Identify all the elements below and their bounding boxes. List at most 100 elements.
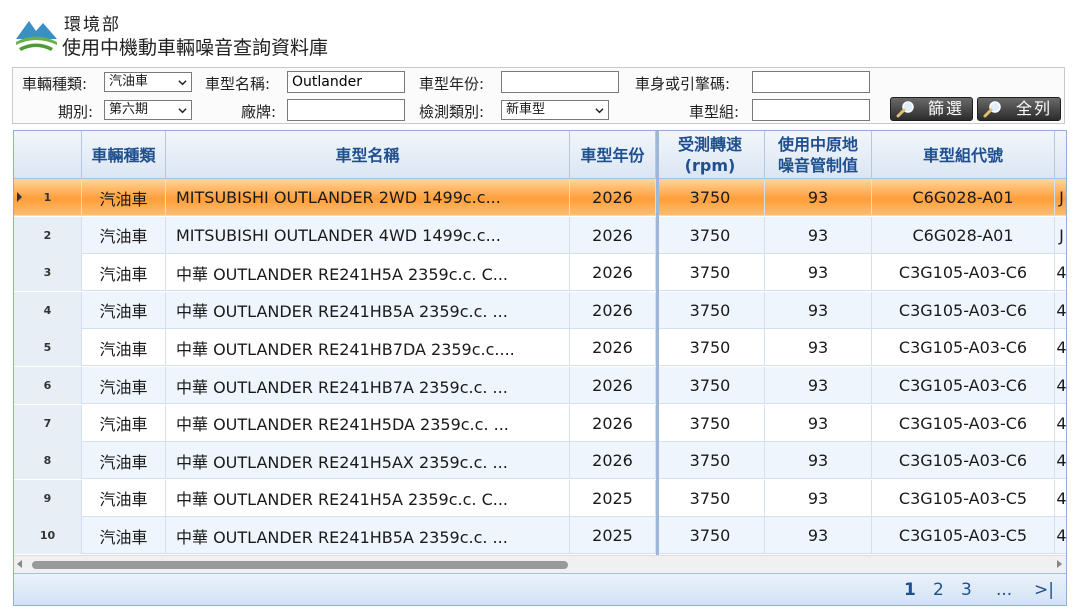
cell-extra: 4 [1055, 292, 1066, 329]
table-row[interactable]: 6 汽油車 中華 OUTLANDER RE241HB7A 2359c.c. ... 2… [14, 367, 1066, 404]
cell-name: MITSUBISHI OUTLANDER 4WD 1499c.c... [166, 216, 570, 254]
table-row[interactable]: 7 汽油車 中華 OUTLANDER RE241H5DA 2359c.c. ... 2… [14, 404, 1066, 442]
cell-name: 中華 OUTLANDER RE241HB5A 2359c.c. ... [166, 291, 570, 329]
cell-idx: 10 [14, 517, 82, 555]
frozen-column-divider [656, 131, 659, 555]
brand-input[interactable] [287, 99, 405, 121]
cell-extra: J [1055, 217, 1066, 254]
list-all-button[interactable]: 全列 [977, 97, 1061, 121]
cell-type: 汽油車 [82, 254, 166, 292]
engine-code-input[interactable] [752, 71, 870, 93]
grid-header: 車輛種類 車型名稱 車型年份 受測轉速 (rpm) 使用中原地 噪音管制值 車型組代號 [14, 131, 1066, 179]
cell-type: 汽油車 [82, 216, 166, 254]
table-row[interactable]: 3 汽油車 中華 OUTLANDER RE241H5A 2359c.c. C... 2… [14, 254, 1066, 292]
table-row[interactable]: 10 汽油車 中華 OUTLANDER RE241HB5A 2359c.c. ...… [14, 517, 1066, 555]
model-year-input[interactable] [501, 71, 619, 93]
page-link-3[interactable]: 3 [961, 580, 972, 600]
cell-extra: 4 [1055, 405, 1066, 442]
magnifier-icon [983, 101, 1001, 118]
chevron-down-icon [178, 108, 187, 114]
column-header[interactable]: 車型名稱 [166, 131, 570, 179]
filter-panel: 車輛種類: 汽油車 車型名稱: Outlander 車型年份: 車身或引擎碼: … [12, 67, 1065, 124]
scroll-left-icon[interactable] [17, 560, 22, 568]
cell-group: C3G105-A03-C6 [872, 329, 1055, 367]
cell-type: 汽油車 [82, 517, 166, 555]
cell-idx: 4 [14, 291, 82, 329]
results-grid: 車輛種類 車型名稱 車型年份 受測轉速 (rpm) 使用中原地 噪音管制值 車型組代號 1… [13, 130, 1067, 606]
app-title: 使用中機動車輛噪音查詢資料庫 [62, 37, 329, 59]
cell-rpm: 3750 [656, 329, 765, 367]
column-header[interactable]: 車輛種類 [82, 131, 166, 179]
page-link-1[interactable]: 1 [904, 580, 916, 600]
cell-limit: 93 [765, 404, 872, 442]
cell-idx: 2 [14, 216, 82, 254]
filter-button[interactable]: 篩選 [890, 97, 973, 121]
brand-label: 廠牌: [241, 103, 277, 121]
scrollbar-thumb[interactable] [32, 561, 568, 569]
cell-type: 汽油車 [82, 329, 166, 367]
page-link-2[interactable]: 2 [933, 580, 944, 600]
cell-limit: 93 [765, 442, 872, 480]
vehicle-type-label: 車輛種類: [22, 75, 88, 93]
cell-name: 中華 OUTLANDER RE241HB5A 2359c.c. ... [166, 517, 570, 555]
org-name: 環境部 [64, 15, 121, 35]
table-row[interactable]: 2 汽油車 MITSUBISHI OUTLANDER 4WD 1499c.c... 2… [14, 216, 1066, 254]
cell-extra: 4 [1055, 480, 1066, 517]
cell-name: 中華 OUTLANDER RE241H5AX 2359c.c. ... [166, 442, 570, 480]
cell-idx: 3 [14, 254, 82, 292]
cell-type: 汽油車 [82, 442, 166, 480]
test-type-label: 檢測類別: [419, 103, 485, 121]
cell-name: 中華 OUTLANDER RE241H5DA 2359c.c. ... [166, 404, 570, 442]
cell-year: 2026 [570, 179, 656, 216]
column-header[interactable] [1055, 131, 1066, 179]
cell-idx: 9 [14, 479, 82, 517]
header-index-corner [14, 131, 82, 179]
model-group-input[interactable] [752, 99, 870, 121]
cell-rpm: 3750 [656, 216, 765, 254]
cell-idx: 6 [14, 367, 82, 404]
vehicle-type-select[interactable]: 汽油車 [104, 72, 192, 92]
cell-idx: 8 [14, 442, 82, 480]
column-header[interactable]: 車型組代號 [872, 131, 1055, 179]
cell-name: 中華 OUTLANDER RE241HB7A 2359c.c. ... [166, 367, 570, 404]
model-name-label: 車型名稱: [205, 75, 271, 93]
cell-year: 2026 [570, 367, 656, 404]
cell-idx: 7 [14, 404, 82, 442]
cell-year: 2026 [570, 216, 656, 254]
pager: 1 2 3 ... >| [14, 573, 1066, 605]
cell-group: C3G105-A03-C6 [872, 291, 1055, 329]
cell-type: 汽油車 [82, 367, 166, 404]
table-row[interactable]: 1 汽油車 MITSUBISHI OUTLANDER 2WD 1499c.c... 2… [14, 179, 1066, 216]
period-select[interactable]: 第六期 [104, 100, 192, 120]
table-row[interactable]: 5 汽油車 中華 OUTLANDER RE241HB7DA 2359c.c.... 2… [14, 329, 1066, 367]
model-name-input[interactable]: Outlander [287, 71, 405, 93]
cell-rpm: 3750 [656, 404, 765, 442]
current-row-indicator-icon [17, 192, 22, 202]
cell-name: MITSUBISHI OUTLANDER 2WD 1499c.c... [166, 179, 570, 216]
cell-limit: 93 [765, 329, 872, 367]
cell-group: C6G028-A01 [872, 179, 1055, 216]
scroll-right-icon[interactable] [1057, 560, 1062, 568]
cell-group: C3G105-A03-C6 [872, 404, 1055, 442]
table-row[interactable]: 8 汽油車 中華 OUTLANDER RE241H5AX 2359c.c. ... 2… [14, 442, 1066, 480]
period-label: 期別: [58, 103, 94, 121]
column-header[interactable]: 車型年份 [570, 131, 656, 179]
column-header[interactable]: 使用中原地 噪音管制值 [765, 131, 872, 179]
cell-type: 汽油車 [82, 291, 166, 329]
horizontal-scrollbar[interactable] [14, 555, 1066, 573]
cell-extra: 4 [1055, 329, 1066, 366]
page-link-last[interactable]: >| [1034, 580, 1054, 600]
cell-limit: 93 [765, 254, 872, 292]
column-header[interactable]: 受測轉速 (rpm) [656, 131, 765, 179]
cell-rpm: 3750 [656, 254, 765, 292]
table-row[interactable]: 4 汽油車 中華 OUTLANDER RE241HB5A 2359c.c. ... 2… [14, 291, 1066, 329]
magnifier-icon [896, 101, 914, 118]
cell-rpm: 3750 [656, 479, 765, 517]
cell-limit: 93 [765, 479, 872, 517]
page-link-more[interactable]: ... [996, 580, 1012, 600]
chevron-down-icon [595, 108, 604, 114]
cell-group: C6G028-A01 [872, 216, 1055, 254]
table-row[interactable]: 9 汽油車 中華 OUTLANDER RE241H5A 2359c.c. C... 2… [14, 479, 1066, 517]
test-type-select[interactable]: 新車型 [501, 100, 609, 120]
cell-extra: 4 [1055, 517, 1066, 554]
